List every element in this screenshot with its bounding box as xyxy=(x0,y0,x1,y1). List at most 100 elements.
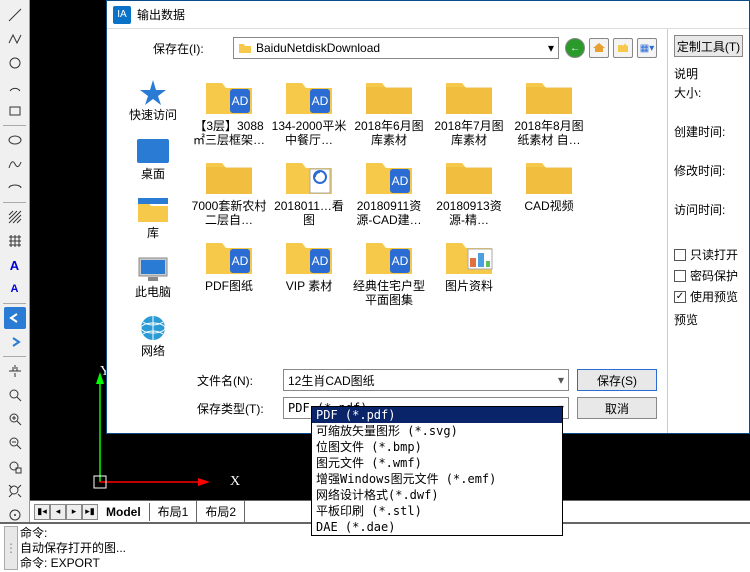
svg-text:AD: AD xyxy=(392,254,409,268)
folder-label: 2018011…看图 xyxy=(271,199,347,227)
folder-item[interactable]: AD 134-2000平米中餐厅… xyxy=(271,73,347,147)
zoom-extents-tool[interactable] xyxy=(4,480,26,502)
tab-next-button[interactable]: ▸ xyxy=(66,504,82,520)
folder-item[interactable]: 2018年6月图库素材 xyxy=(351,73,427,147)
type-option[interactable]: DAE (*.dae) xyxy=(312,519,562,535)
place-libraries[interactable]: 库 xyxy=(117,191,189,244)
folder-label: 经典住宅户型平面图集 xyxy=(351,279,427,307)
type-option[interactable]: 图元文件 (*.wmf) xyxy=(312,455,562,471)
cmd-line-2: 自动保存打开的图... xyxy=(20,541,746,556)
new-folder-button[interactable] xyxy=(613,38,633,58)
folder-icon: AD xyxy=(362,233,416,277)
polyline-tool[interactable] xyxy=(4,28,26,50)
rect-tool[interactable] xyxy=(4,100,26,122)
ellipse-tool[interactable] xyxy=(4,129,26,151)
folder-item[interactable]: AD 经典住宅户型平面图集 xyxy=(351,233,427,307)
type-option[interactable]: 可缩放矢量图形 (*.svg) xyxy=(312,423,562,439)
folder-item[interactable]: AD VIP 素材 xyxy=(271,233,347,307)
view-menu-button[interactable]: ▦▾ xyxy=(637,38,657,58)
password-checkbox[interactable]: 密码保护 xyxy=(674,267,743,284)
dialog-title: 输出数据 xyxy=(137,6,185,23)
custom-tools-button[interactable]: 定制工具(T) xyxy=(674,35,743,57)
tab-prev-button[interactable]: ◂ xyxy=(50,504,66,520)
tab-model[interactable]: Model xyxy=(98,503,150,521)
type-option[interactable]: 网络设计格式(*.dwf) xyxy=(312,487,562,503)
ucs-x-label: X xyxy=(230,474,240,490)
folder-label: 2018年8月图纸素材 自… xyxy=(511,119,587,147)
folder-icon: AD xyxy=(282,233,336,277)
line-tool[interactable] xyxy=(4,4,26,26)
zoom-in-tool[interactable] xyxy=(4,408,26,430)
save-in-value: BaiduNetdiskDownload xyxy=(256,41,380,55)
tab-first-button[interactable]: ▮◂ xyxy=(34,504,50,520)
filename-label: 文件名(N): xyxy=(197,372,275,389)
folder-label: 图片资料 xyxy=(445,279,493,293)
up-button[interactable] xyxy=(589,38,609,58)
folder-item[interactable]: AD20180911资源-CAD建… xyxy=(351,153,427,227)
folder-label: 134-2000平米中餐厅… xyxy=(271,119,347,147)
zoom-out-tool[interactable] xyxy=(4,432,26,454)
cmd-handle-icon[interactable]: ⋮ xyxy=(4,526,18,570)
arc-tool[interactable] xyxy=(4,76,26,98)
redo-tool[interactable] xyxy=(4,331,26,353)
folder-item[interactable]: 2018年8月图纸素材 自… xyxy=(511,73,587,147)
folder-label: 2018年6月图库素材 xyxy=(351,119,427,147)
folder-item[interactable]: 2018年7月图库素材 xyxy=(431,73,507,147)
preview-checkbox[interactable]: ✓使用预览 xyxy=(674,288,743,305)
chevron-down-icon[interactable]: ▾ xyxy=(558,373,564,387)
mtext-tool[interactable]: A xyxy=(4,278,26,300)
folder-icon xyxy=(442,73,496,117)
place-network[interactable]: 网络 xyxy=(117,309,189,362)
filename-input[interactable]: 12生肖CAD图纸 ▾ xyxy=(283,369,569,391)
left-toolbar: A A xyxy=(0,0,30,572)
desc-label: 说明 xyxy=(674,65,743,82)
arc2-tool[interactable] xyxy=(4,177,26,199)
folder-label: PDF图纸 xyxy=(205,279,253,293)
tab-layout2[interactable]: 布局2 xyxy=(197,501,245,522)
folder-item[interactable]: AD PDF图纸 xyxy=(191,233,267,307)
folder-item[interactable]: 20180913资源-精… xyxy=(431,153,507,227)
folder-item[interactable]: 2018011…看图 xyxy=(271,153,347,227)
save-button[interactable]: 保存(S) xyxy=(577,369,657,391)
folder-item[interactable]: CAD视频 xyxy=(511,153,587,227)
pan-tool[interactable] xyxy=(4,360,26,382)
undo-tool[interactable] xyxy=(4,307,26,329)
svg-text:AD: AD xyxy=(232,254,249,268)
hatch-tool[interactable] xyxy=(4,206,26,228)
readonly-checkbox[interactable]: 只读打开 xyxy=(674,246,743,263)
zoom-tool[interactable] xyxy=(4,384,26,406)
dialog-titlebar[interactable]: IA 输出数据 xyxy=(107,1,749,29)
back-button[interactable]: ← xyxy=(565,38,585,58)
folder-list[interactable]: AD【3层】3088㎡三层框架…AD134-2000平米中餐厅…2018年6月图… xyxy=(189,69,657,367)
size-label: 大小: xyxy=(674,84,743,101)
folder-label: VIP 素材 xyxy=(286,279,332,293)
folder-icon: AD xyxy=(282,73,336,117)
cancel-button[interactable]: 取消 xyxy=(577,397,657,419)
tab-layout1[interactable]: 布局1 xyxy=(150,501,198,522)
zoom-window-tool[interactable] xyxy=(4,456,26,478)
folder-label: 2018年7月图库素材 xyxy=(431,119,507,147)
text-tool[interactable]: A xyxy=(4,254,26,276)
tab-last-button[interactable]: ▸▮ xyxy=(82,504,98,520)
hatch2-tool[interactable] xyxy=(4,230,26,252)
save-in-combo[interactable]: BaiduNetdiskDownload ▾ xyxy=(233,37,559,59)
spline-tool[interactable] xyxy=(4,153,26,175)
folder-icon xyxy=(202,153,256,197)
folder-icon xyxy=(522,73,576,117)
type-option[interactable]: 位图文件 (*.bmp) xyxy=(312,439,562,455)
type-option[interactable]: 增强Windows图元文件 (*.emf) xyxy=(312,471,562,487)
type-option[interactable]: PDF (*.pdf) xyxy=(312,407,562,423)
folder-item[interactable]: AD【3层】3088㎡三层框架… xyxy=(191,73,267,147)
place-quick-access[interactable]: 快速访问 xyxy=(117,73,189,126)
modified-label: 修改时间: xyxy=(674,162,743,179)
save-type-dropdown[interactable]: PDF (*.pdf)可缩放矢量图形 (*.svg)位图文件 (*.bmp)图元… xyxy=(311,406,563,536)
folder-item[interactable]: 7000套新农村二层自… xyxy=(191,153,267,227)
circle-tool[interactable] xyxy=(4,52,26,74)
cmd-line-3: 命令: EXPORT xyxy=(20,556,746,571)
place-this-pc[interactable]: 此电脑 xyxy=(117,250,189,303)
place-desktop[interactable]: 桌面 xyxy=(117,132,189,185)
folder-item[interactable]: 图片资料 xyxy=(431,233,507,307)
svg-text:AD: AD xyxy=(312,94,329,108)
type-option[interactable]: 平板印刷 (*.stl) xyxy=(312,503,562,519)
folder-icon: AD xyxy=(202,73,256,117)
